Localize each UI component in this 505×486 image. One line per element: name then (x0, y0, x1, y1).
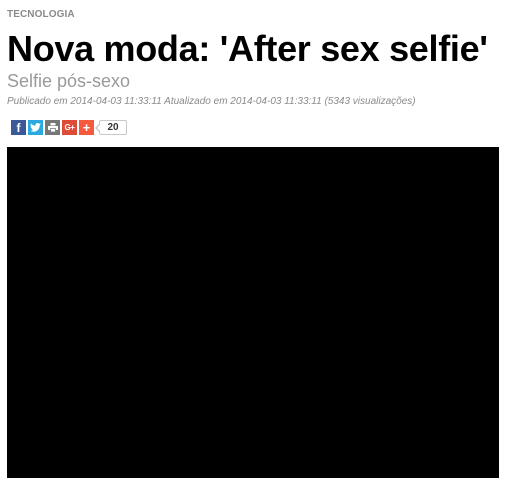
video-player[interactable] (7, 147, 499, 478)
category-label[interactable]: TECNOLOGIA (7, 9, 75, 21)
google-plus-icon: G+ (64, 122, 75, 132)
plus-icon: + (82, 119, 91, 135)
more-share-button[interactable]: + (79, 119, 94, 135)
twitter-share-button[interactable] (28, 119, 43, 135)
share-bar: f G+ + 20 (11, 119, 127, 135)
facebook-share-button[interactable]: f (11, 119, 26, 135)
share-count: 20 (95, 119, 127, 135)
print-share-button[interactable] (45, 119, 60, 135)
facebook-icon: f (16, 120, 21, 135)
twitter-icon (30, 122, 41, 132)
article-meta: Publicado em 2014-04-03 11:33:11 Atualiz… (7, 96, 416, 107)
google-plus-share-button[interactable]: G+ (62, 119, 77, 135)
print-icon (47, 122, 58, 132)
article-title: Nova moda: 'After sex selfie' (7, 28, 488, 69)
article-subtitle: Selfie pós-sexo (7, 71, 131, 91)
